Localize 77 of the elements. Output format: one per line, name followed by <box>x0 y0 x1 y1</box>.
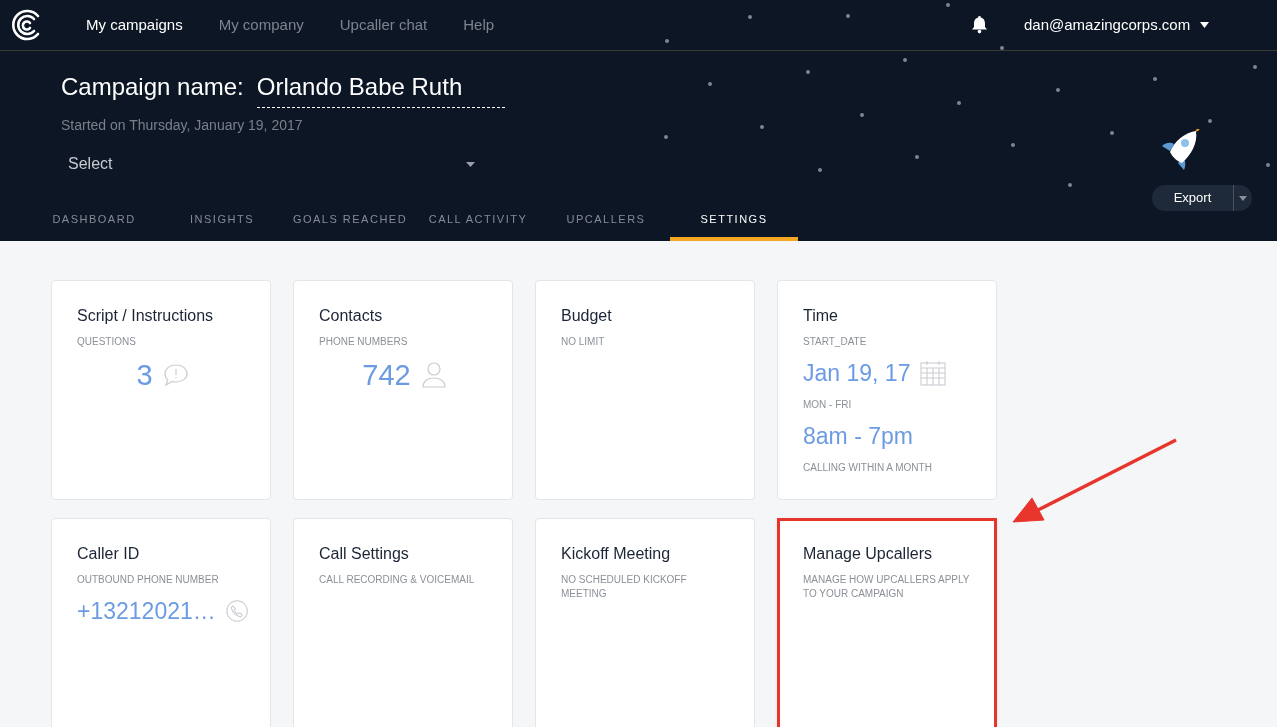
settings-card[interactable]: Budget NO LIMIT <box>535 280 755 500</box>
tab[interactable]: INSIGHTS <box>158 205 286 241</box>
card-title: Manage Upcallers <box>803 544 933 564</box>
star-dot <box>1208 119 1212 123</box>
card-value: 3 <box>136 358 153 393</box>
card-caption: CALL RECORDING & VOICEMAIL <box>319 573 476 587</box>
star-dot <box>903 58 907 62</box>
card-value: 8am - 7pm <box>803 422 913 451</box>
card-title: Kickoff Meeting <box>561 544 672 564</box>
star-dot <box>1253 65 1257 69</box>
settings-card[interactable]: Contacts PHONE NUMBERS 742 <box>293 280 513 500</box>
tab[interactable]: DASHBOARD <box>30 205 158 241</box>
phone-icon <box>225 598 248 624</box>
campaign-name-label: Campaign name: <box>61 72 244 102</box>
settings-card[interactable]: Time START_DATE Jan 19, 17 MON - FRI 8am - 7pm CALLING WITHIN A MONTH <box>777 280 997 500</box>
star-dot <box>708 82 712 86</box>
tab[interactable]: UPCALLERS <box>542 205 670 241</box>
star-dot <box>1110 131 1114 135</box>
caret-icon <box>1200 22 1210 29</box>
speech-bubble-icon <box>162 363 189 387</box>
star-dot <box>818 168 822 172</box>
calendar-icon <box>920 360 947 386</box>
star-dot <box>760 125 764 129</box>
settings-card[interactable]: Caller ID OUTBOUND PHONE NUMBER +13212021… <box>51 518 271 727</box>
notification-bell-icon[interactable] <box>970 15 989 34</box>
card-caption: PHONE NUMBERS <box>319 335 409 349</box>
star-dot <box>946 3 950 7</box>
settings-card[interactable]: Kickoff Meeting NO SCHEDULED KICKOFF MEETING <box>535 518 755 727</box>
start-date-text: Started on Thursday, January 19, 2017 <box>61 116 303 135</box>
settings-card[interactable]: Call Settings CALL RECORDING & VOICEMAIL <box>293 518 513 727</box>
star-dot <box>1068 183 1072 187</box>
tab[interactable]: SETTINGS <box>670 205 798 241</box>
card-caption: MANAGE HOW UPCALLERS APPLY TO YOUR CAMPAIGN <box>803 573 971 601</box>
tab[interactable]: CALL ACTIVITY <box>414 205 542 241</box>
card-caption: MON - FRI <box>803 398 853 412</box>
star-dot <box>1153 77 1157 81</box>
card-title: Script / Instructions <box>77 306 215 326</box>
card-title: Contacts <box>319 306 384 326</box>
settings-card[interactable]: Script / Instructions QUESTIONS 3 <box>51 280 271 500</box>
star-dot <box>1011 143 1015 147</box>
nav-link[interactable]: Upcaller chat <box>339 13 428 37</box>
caret-icon <box>466 161 475 167</box>
settings-card[interactable]: Manage Upcallers MANAGE HOW UPCALLERS APPLY TO YOUR CAMPAIGN <box>777 518 997 727</box>
card-caption: QUESTIONS <box>77 335 137 349</box>
campaign-name-field[interactable]: Orlando Babe Ruth <box>256 69 505 108</box>
rocket-icon <box>1160 129 1200 171</box>
card-title: Time <box>803 306 839 326</box>
star-dot <box>748 15 752 19</box>
tab[interactable]: GOALS REACHED <box>286 205 414 241</box>
card-caption: OUTBOUND PHONE NUMBER <box>77 573 220 587</box>
user-menu[interactable]: dan@amazingcorps.com <box>1024 14 1210 37</box>
card-title: Call Settings <box>319 544 410 564</box>
star-dot <box>665 39 669 43</box>
star-dot <box>957 101 961 105</box>
nav-link[interactable]: My company <box>218 13 304 37</box>
star-dot <box>860 113 864 117</box>
nav-link[interactable]: Help <box>463 13 495 37</box>
nav-link[interactable]: My campaigns <box>86 13 183 37</box>
card-title: Budget <box>561 306 613 326</box>
person-icon <box>420 361 447 389</box>
card-caption: CALLING WITHIN A MONTH <box>803 461 933 475</box>
card-value: 742 <box>362 358 411 393</box>
star-dot <box>664 135 668 139</box>
caret-icon <box>1239 195 1247 201</box>
card-title: Caller ID <box>77 544 141 564</box>
star-dot <box>1000 46 1004 50</box>
star-dot <box>1056 88 1060 92</box>
card-caption: NO LIMIT <box>561 335 606 349</box>
card-caption: NO SCHEDULED KICKOFF MEETING <box>561 573 688 601</box>
card-caption: START_DATE <box>803 335 868 349</box>
star-dot <box>915 155 919 159</box>
star-dot <box>846 14 850 18</box>
star-dot <box>1266 163 1270 167</box>
star-dot <box>806 70 810 74</box>
card-value: +13212021… <box>77 597 216 626</box>
select-dropdown[interactable]: Select <box>61 152 475 176</box>
card-value: Jan 19, 17 <box>803 359 911 388</box>
